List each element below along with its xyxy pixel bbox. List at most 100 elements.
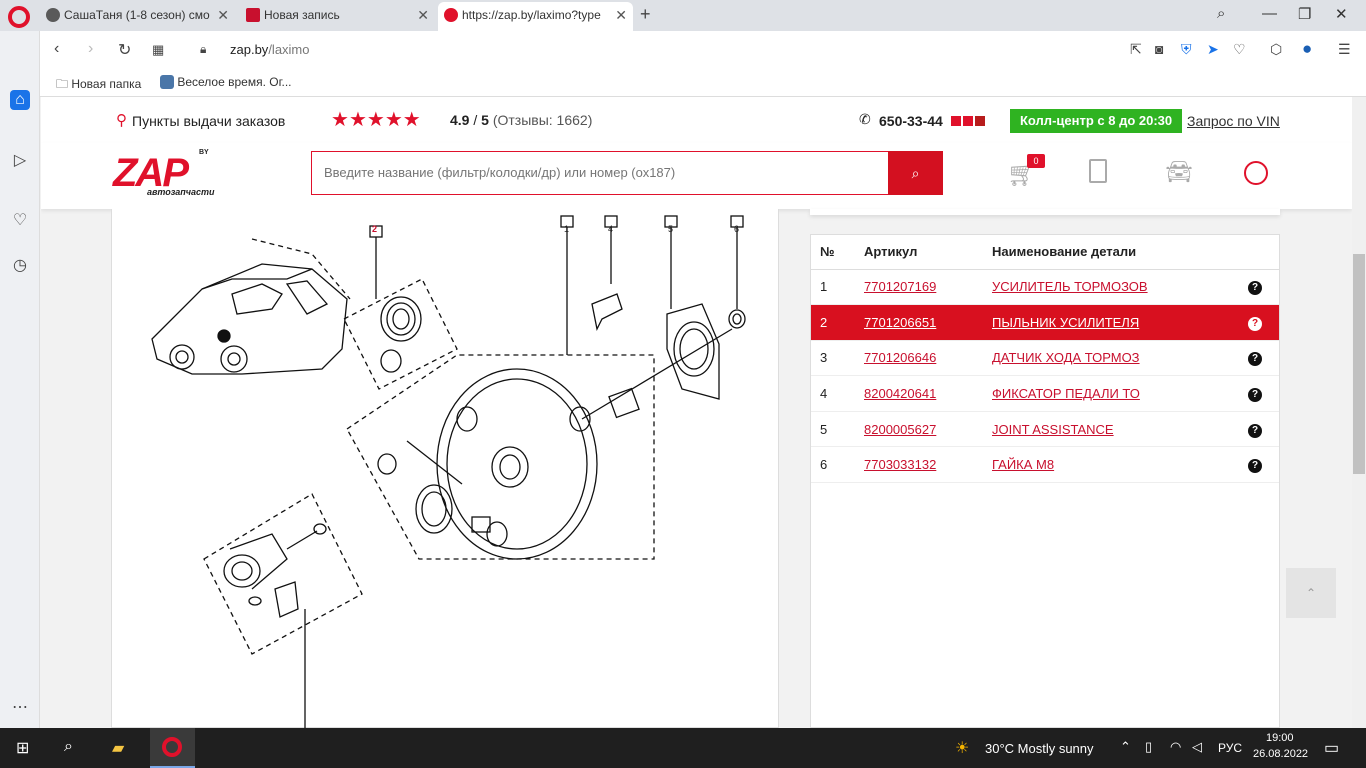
forward-icon[interactable]: › (88, 40, 93, 58)
tab-2[interactable]: Новая запись ✕ (240, 2, 435, 31)
callout-1[interactable]: 1 (564, 224, 569, 234)
article-link[interactable]: 7703033132 (864, 457, 936, 472)
col-article: Артикул (855, 235, 983, 270)
callout-4[interactable]: 4 (608, 224, 613, 234)
minimize-icon[interactable]: — (1262, 5, 1277, 22)
brake-booster-exploded-view (151, 215, 746, 728)
shield-icon[interactable]: ⛨ (1181, 41, 1192, 58)
close-window-icon[interactable]: ✕ (1335, 5, 1348, 23)
article-link[interactable]: 7701207169 (864, 279, 936, 294)
menu-icon[interactable]: ☰ (1338, 41, 1351, 58)
opera-logo-icon[interactable] (8, 6, 30, 28)
orders-icon[interactable] (1089, 159, 1107, 183)
close-icon[interactable]: ✕ (417, 7, 429, 24)
back-icon[interactable]: ‹ (54, 40, 59, 58)
clock-date[interactable]: 26.08.2022 (1253, 748, 1308, 760)
clock-time[interactable]: 19:00 (1266, 732, 1294, 744)
article-link[interactable]: 7701206646 (864, 350, 936, 365)
opera-taskbar-button[interactable] (150, 728, 195, 768)
callout-2[interactable]: 2 (372, 224, 377, 234)
zap-logo[interactable]: ZAP BY автозапчасти (109, 147, 219, 207)
account-icon[interactable] (1244, 161, 1268, 185)
profile-icon[interactable]: ● (1302, 39, 1312, 59)
reviews-link[interactable]: (Отзывы: 1662) (493, 112, 593, 128)
vk-icon (160, 75, 174, 89)
send-icon[interactable]: ➤ (1207, 41, 1219, 58)
heart-icon[interactable]: ♡ (10, 211, 30, 231)
send-icon[interactable]: ▷ (10, 151, 30, 171)
help-icon[interactable]: ? (1248, 459, 1262, 474)
table-row[interactable]: 5 8200005627 JOINT ASSISTANCE ? (811, 411, 1279, 448)
restore-icon[interactable]: ❐ (1298, 5, 1311, 23)
camera-icon[interactable]: ◙ (1155, 41, 1163, 57)
close-icon[interactable]: ✕ (615, 7, 627, 24)
help-icon[interactable]: ? (1248, 423, 1262, 438)
rating-value: 4.9 / 5 (Отзывы: 1662) (450, 112, 593, 128)
callout-5[interactable]: 5 (668, 224, 673, 234)
notification-icon[interactable]: ▭ (1324, 738, 1339, 758)
article-link[interactable]: 8200005627 (864, 422, 936, 437)
callout-6[interactable]: 6 (734, 224, 739, 234)
part-name-link[interactable]: ПЫЛЬНИК УСИЛИТЕЛЯ (992, 315, 1139, 330)
new-tab-button[interactable]: + (640, 4, 651, 25)
search-tabs-icon[interactable]: ⌕ (1217, 5, 1225, 22)
search-input[interactable] (312, 152, 872, 192)
cube-icon[interactable]: ⬡ (1270, 41, 1282, 58)
table-row[interactable]: 1 7701207169 УСИЛИТЕЛЬ ТОРМОЗОВ ? (811, 269, 1279, 306)
speed-dial-icon[interactable]: ▦ (152, 42, 164, 58)
col-num: № (811, 235, 855, 270)
tray-app-icon[interactable]: ▯ (1145, 739, 1152, 755)
home-icon[interactable]: ⌂ (10, 90, 30, 110)
history-icon[interactable]: ◷ (10, 256, 30, 276)
main-header: ZAP BY автозапчасти ⌕ 🛒︎ 0 🚘︎ (41, 143, 1352, 209)
table-row[interactable]: 6 7703033132 ГАЙКА М8 ? (811, 446, 1279, 484)
page-scrollbar[interactable] (1352, 97, 1366, 728)
search-button[interactable]: ⌕ (888, 151, 943, 195)
volume-icon[interactable]: ◁ (1192, 739, 1202, 755)
scrollbar-thumb[interactable] (1353, 254, 1365, 474)
bookmark-folder[interactable]: 🗀︎ Новая папка (56, 75, 141, 96)
help-icon[interactable]: ? (1248, 281, 1262, 296)
reload-icon[interactable]: ↻ (118, 40, 131, 60)
weather-text[interactable]: 30°C Mostly sunny (985, 741, 1094, 756)
garage-car-icon[interactable]: 🚘︎ (1165, 159, 1193, 185)
search-box (311, 151, 889, 195)
part-name-link[interactable]: ДАТЧИК ХОДА ТОРМОЗ (992, 350, 1140, 365)
bookmark-vk[interactable]: Веселое время. Ог... (160, 75, 292, 89)
part-name-link[interactable]: ФИКСАТОР ПЕДАЛИ ТО (992, 386, 1140, 401)
heart-icon[interactable]: ♡ (1233, 41, 1246, 58)
wifi-icon[interactable]: ◠ (1170, 739, 1181, 755)
tab-favicon-icon (46, 8, 60, 22)
more-icon[interactable]: ⋯ (10, 698, 30, 718)
search-icon[interactable]: ⌕ (64, 738, 73, 756)
help-icon[interactable]: ? (1248, 388, 1262, 403)
windows-start-icon[interactable]: ⊞ (16, 738, 29, 758)
article-link[interactable]: 8200420641 (864, 386, 936, 401)
phone-number[interactable]: 650-33-44 (879, 113, 943, 129)
pickup-points-link[interactable]: Пункты выдачи заказов (132, 113, 285, 129)
tray-chevron-icon[interactable]: ⌃ (1120, 739, 1131, 755)
share-icon[interactable]: ⇱ (1130, 41, 1142, 58)
weather-icon[interactable]: ☀︎ (955, 738, 969, 758)
table-row[interactable]: 4 8200420641 ФИКСАТОР ПЕДАЛИ ТО ? (811, 375, 1279, 412)
part-name-link[interactable]: УСИЛИТЕЛЬ ТОРМОЗОВ (992, 279, 1148, 294)
tab-1[interactable]: СашаТаня (1-8 сезон) смо ✕ (40, 2, 235, 31)
parts-diagram: 2 1 4 5 6 (111, 209, 779, 728)
address-bar: ‹ › ↻ ▦ 🔒︎ zap.by/laximo ⇱ ◙ ⛨ ➤ ♡ ⬡ ● ☰ (40, 31, 1366, 69)
help-icon[interactable]: ? (1248, 316, 1262, 331)
vin-request-link[interactable]: Запрос по VIN (1187, 113, 1280, 129)
url-field[interactable]: zap.by/laximo (230, 42, 310, 57)
scroll-to-top-button[interactable]: ⌃ (1286, 568, 1336, 618)
windows-taskbar: ⊞ ⌕ ▰ ☀︎ 30°C Mostly sunny ⌃ ▯ ◠ ◁ РУС 1… (0, 728, 1366, 768)
table-row[interactable]: 3 7701206646 ДАТЧИК ХОДА ТОРМОЗ ? (811, 340, 1279, 377)
table-row-selected[interactable]: 2 7701206651 ПЫЛЬНИК УСИЛИТЕЛЯ ? (811, 304, 1279, 341)
file-explorer-icon[interactable]: ▰ (112, 738, 124, 758)
article-link[interactable]: 7701206651 (864, 315, 936, 330)
part-name-link[interactable]: JOINT ASSISTANCE (992, 422, 1114, 437)
help-icon[interactable]: ? (1248, 352, 1262, 367)
language-indicator[interactable]: РУС (1218, 741, 1242, 755)
part-name-link[interactable]: ГАЙКА М8 (992, 457, 1054, 472)
star-icon: ★ (366, 109, 385, 131)
tab-3-active[interactable]: https://zap.by/laximo?type ✕ (438, 2, 633, 31)
close-icon[interactable]: ✕ (217, 7, 229, 24)
